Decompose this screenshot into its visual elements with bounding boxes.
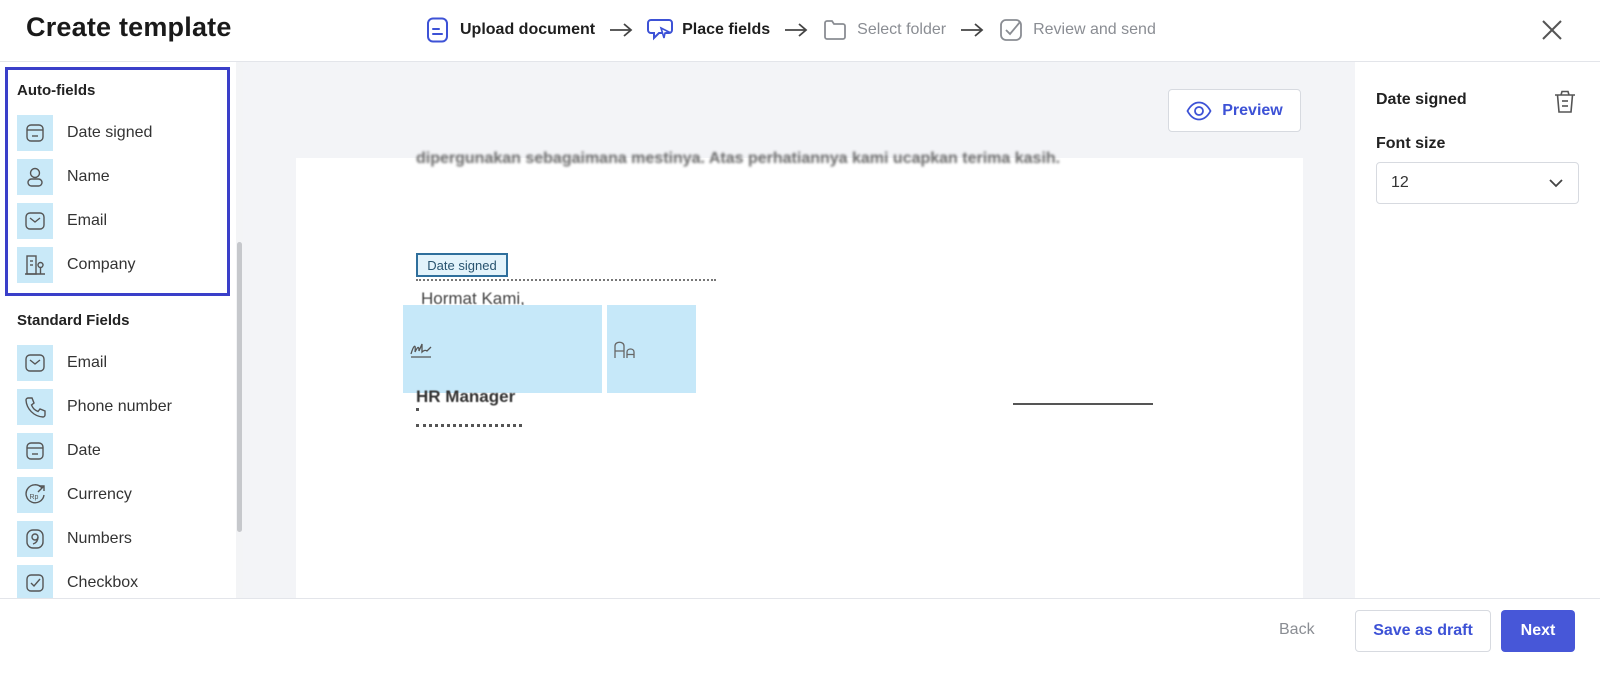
document-page: dipergunakan sebagaimana mestinya. Atas … — [296, 150, 1303, 598]
document-icon — [425, 17, 451, 43]
placed-text-field[interactable] — [607, 305, 696, 393]
cursor-chat-icon — [647, 17, 674, 43]
standard-field-phone-number[interactable]: Phone number — [17, 389, 217, 425]
field-label: Numbers — [67, 530, 132, 547]
field-label: Name — [67, 168, 110, 185]
sidebar-scrollbar[interactable] — [236, 62, 243, 598]
number-icon — [17, 521, 53, 557]
step-label: Review and send — [1033, 21, 1156, 38]
dotted-line — [416, 279, 716, 281]
chevron-down-icon — [1549, 179, 1563, 188]
save-as-draft-button[interactable]: Save as draft — [1355, 610, 1491, 652]
step-review-and-send[interactable]: Review and send — [998, 17, 1156, 43]
arrow-right-icon — [959, 20, 985, 40]
standard-field-currency[interactable]: Rp Currency — [17, 477, 217, 513]
building-icon — [17, 247, 53, 283]
page-title: Create template — [26, 12, 232, 42]
header: Create template Upload document Place fi… — [0, 0, 1600, 62]
step-label: Place fields — [682, 21, 771, 38]
person-icon — [17, 159, 53, 195]
close-button[interactable] — [1538, 16, 1566, 44]
arrow-right-icon — [783, 20, 809, 40]
step-upload-document[interactable]: Upload document — [425, 17, 595, 43]
standard-field-email[interactable]: Email — [17, 345, 217, 381]
check-square-icon — [998, 17, 1024, 43]
arrow-right-icon — [608, 20, 634, 40]
fields-sidebar: Auto-fields Date signed Name Email Compa… — [0, 62, 237, 598]
folder-icon — [822, 17, 848, 43]
preview-label: Preview — [1222, 101, 1283, 119]
standard-field-checkbox[interactable]: Checkbox — [17, 565, 217, 598]
field-label: Company — [67, 256, 136, 273]
field-label: Email — [67, 354, 108, 371]
back-button[interactable]: Back — [1279, 621, 1315, 639]
calendar-icon — [17, 433, 53, 469]
stepper: Upload document Place fields Select fold… — [425, 16, 1156, 44]
font-size-select[interactable]: 12 — [1376, 162, 1579, 204]
field-label: Checkbox — [67, 574, 139, 591]
mail-icon — [17, 203, 53, 239]
field-label: Email — [67, 212, 108, 229]
step-label: Select folder — [857, 21, 947, 38]
trash-icon — [1555, 90, 1575, 113]
phone-icon — [17, 389, 53, 425]
font-size-value: 12 — [1391, 174, 1409, 191]
delete-field-button[interactable] — [1552, 88, 1578, 116]
placed-date-signed-field[interactable]: Date signed — [416, 253, 508, 277]
signature-line — [1013, 403, 1153, 405]
selected-field-title: Date signed — [1376, 91, 1467, 108]
standard-field-numbers[interactable]: Numbers — [17, 521, 217, 557]
auto-field-email[interactable]: Email — [17, 203, 217, 239]
eye-icon — [1186, 101, 1212, 120]
close-icon — [1542, 20, 1562, 40]
mail-icon — [17, 345, 53, 381]
preview-button[interactable]: Preview — [1168, 89, 1301, 132]
next-button[interactable]: Next — [1501, 610, 1575, 652]
field-label: Date — [67, 442, 101, 459]
footer: Back Save as draft Next — [0, 598, 1600, 674]
dotted-line — [416, 424, 522, 427]
auto-field-company[interactable]: Company — [17, 247, 217, 283]
auto-fields-title: Auto-fields — [17, 82, 96, 99]
signature-icon — [410, 343, 432, 358]
standard-field-date[interactable]: Date — [17, 433, 217, 469]
field-label: Currency — [67, 486, 132, 503]
sidebar-scroll-thumb[interactable] — [237, 242, 242, 532]
standard-fields-title: Standard Fields — [17, 312, 130, 329]
auto-field-name[interactable]: Name — [17, 159, 217, 195]
step-place-fields[interactable]: Place fields — [647, 17, 770, 43]
placed-signature-field[interactable] — [403, 305, 602, 393]
document-text-line: dipergunakan sebagaimana mestinya. Atas … — [416, 150, 1061, 167]
field-label: Phone number — [67, 398, 172, 415]
dot — [416, 408, 419, 411]
font-size-label: Font size — [1376, 135, 1446, 152]
field-properties-panel: Date signed Font size 12 — [1355, 62, 1600, 598]
role-text: HR Manager — [416, 387, 516, 406]
currency-icon: Rp — [17, 477, 53, 513]
document-canvas: Preview dipergunakan sebagaimana mestiny… — [243, 62, 1355, 598]
calendar-icon — [17, 115, 53, 151]
svg-text:Rp: Rp — [30, 494, 39, 501]
step-label: Upload document — [460, 21, 596, 38]
checkbox-icon — [17, 565, 53, 598]
field-label: Date signed — [67, 124, 153, 141]
text-font-icon — [614, 341, 635, 358]
step-select-folder[interactable]: Select folder — [822, 17, 946, 43]
auto-field-date-signed[interactable]: Date signed — [17, 115, 217, 151]
